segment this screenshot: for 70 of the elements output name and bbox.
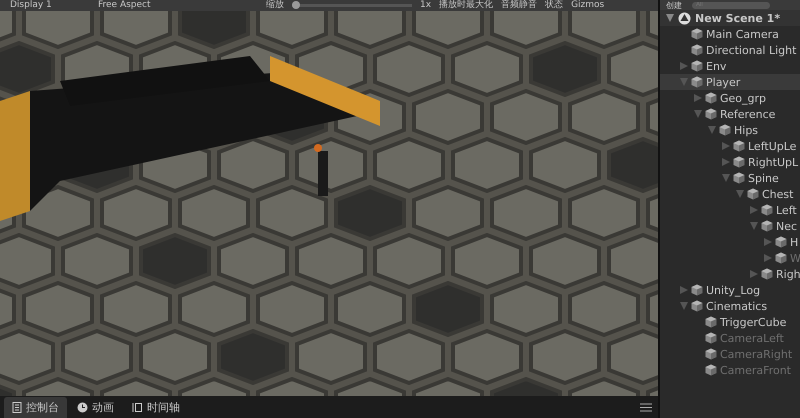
expand-arrow-icon[interactable] <box>722 158 730 166</box>
expand-arrow-icon[interactable] <box>764 238 772 246</box>
cube-icon <box>705 332 717 344</box>
expand-arrow-icon[interactable] <box>750 206 758 214</box>
toolbar-toggle[interactable]: Gizmos <box>571 0 604 11</box>
cube-icon <box>719 124 731 136</box>
hierarchy-item[interactable]: Hips <box>660 122 800 138</box>
cube-icon <box>775 252 787 264</box>
hierarchy-item[interactable]: Reference <box>660 106 800 122</box>
cube-icon <box>761 268 773 280</box>
hierarchy-item[interactable]: H <box>660 234 800 250</box>
cube-icon <box>733 140 745 152</box>
cube-icon <box>691 76 703 88</box>
create-dropdown[interactable]: 创建 <box>660 0 688 10</box>
cube-icon <box>705 348 717 360</box>
aspect-dropdown[interactable]: Free Aspect <box>98 0 258 11</box>
cube-icon <box>761 204 773 216</box>
cube-icon <box>691 300 703 312</box>
cube-icon <box>761 220 773 232</box>
cube-icon <box>705 364 717 376</box>
cube-icon <box>691 284 703 296</box>
cube-icon <box>705 108 717 120</box>
expand-arrow-icon[interactable] <box>694 110 702 118</box>
menu-icon[interactable] <box>640 403 652 412</box>
hierarchy-item[interactable]: Nec <box>660 218 800 234</box>
hierarchy-item[interactable]: Directional Light <box>660 42 800 58</box>
expand-arrow-icon[interactable] <box>694 94 702 102</box>
document-icon <box>12 402 22 413</box>
scene-row[interactable]: New Scene 1* <box>660 10 800 26</box>
expand-arrow-icon[interactable] <box>666 14 674 22</box>
cube-icon <box>691 28 703 40</box>
hierarchy-item[interactable]: Unity_Log <box>660 282 800 298</box>
hierarchy-item[interactable]: Main Camera <box>660 26 800 42</box>
scale-value: 1x <box>420 0 432 11</box>
expand-arrow-icon[interactable] <box>722 174 730 182</box>
hierarchy-item[interactable]: Righ <box>660 266 800 282</box>
hierarchy-item[interactable]: Player <box>660 74 800 90</box>
hierarchy-item[interactable]: RightUpL <box>660 154 800 170</box>
hierarchy-item[interactable]: Chest <box>660 186 800 202</box>
display-dropdown[interactable]: Display 1 <box>10 0 90 11</box>
hierarchy-item[interactable]: Cinematics <box>660 298 800 314</box>
cube-icon <box>733 172 745 184</box>
panel-tab[interactable]: 时间轴 <box>124 397 188 418</box>
hierarchy-item[interactable]: Env <box>660 58 800 74</box>
expand-arrow-icon[interactable] <box>680 302 688 310</box>
expand-arrow-icon[interactable] <box>680 286 688 294</box>
cube-icon <box>691 44 703 56</box>
clock-icon <box>77 402 88 413</box>
unity-logo-icon <box>678 12 691 24</box>
expand-arrow-icon[interactable] <box>750 270 758 278</box>
cube-icon <box>775 236 787 248</box>
expand-arrow-icon[interactable] <box>750 222 758 230</box>
panel-tab[interactable]: 动画 <box>69 397 122 418</box>
expand-arrow-icon[interactable] <box>680 62 688 70</box>
timeline-icon <box>132 402 143 413</box>
hierarchy-item[interactable]: Geo_grp <box>660 90 800 106</box>
expand-arrow-icon[interactable] <box>736 190 744 198</box>
expand-arrow-icon[interactable] <box>722 142 730 150</box>
cube-icon <box>705 316 717 328</box>
hierarchy-item[interactable]: Spine <box>660 170 800 186</box>
expand-arrow-icon[interactable] <box>680 78 688 86</box>
cube-icon <box>705 92 717 104</box>
hierarchy-item[interactable]: Left <box>660 202 800 218</box>
cube-icon <box>691 60 703 72</box>
hierarchy-item[interactable]: LeftUpLe <box>660 138 800 154</box>
cube-icon <box>733 156 745 168</box>
panel-tab[interactable]: 控制台 <box>4 397 67 418</box>
hierarchy-item[interactable]: TriggerCube <box>660 314 800 330</box>
expand-arrow-icon[interactable] <box>708 126 716 134</box>
cube-icon <box>747 188 759 200</box>
